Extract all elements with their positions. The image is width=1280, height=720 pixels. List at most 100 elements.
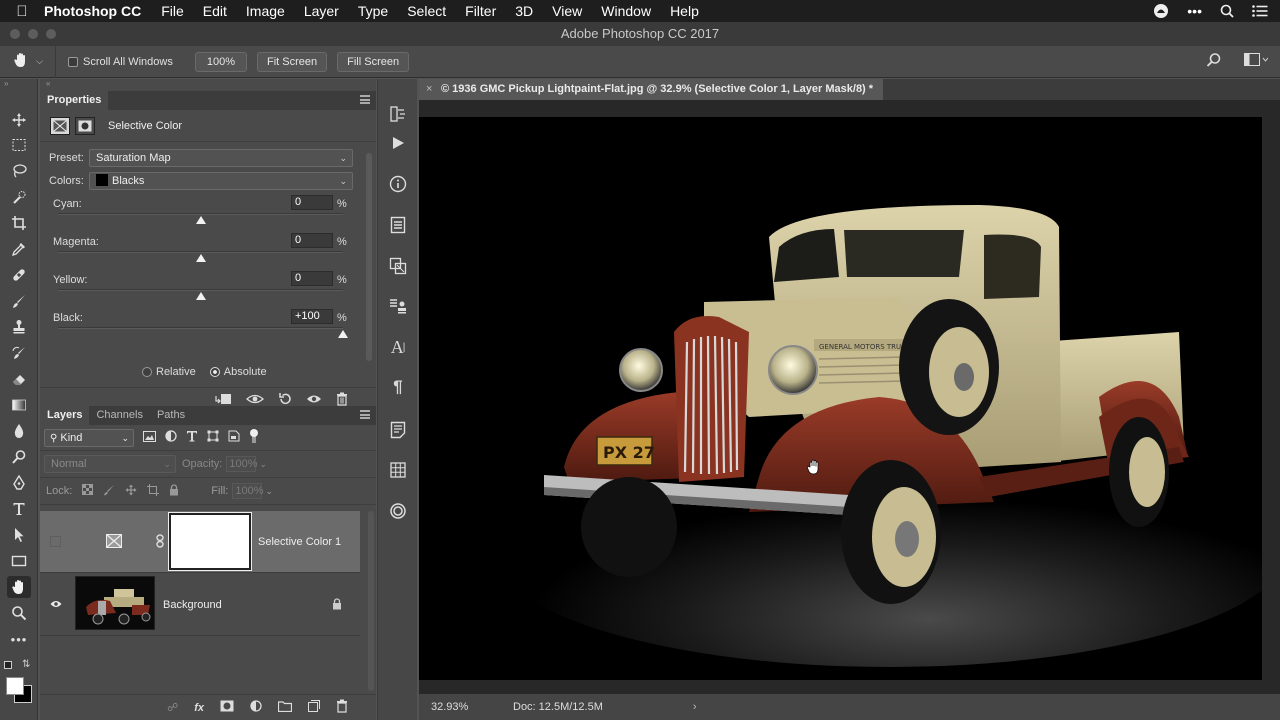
adjustments-panel-icon[interactable] — [387, 255, 409, 277]
default-colors-icon[interactable] — [4, 661, 12, 669]
window-zoom-button[interactable] — [46, 29, 56, 39]
yellow-value-field[interactable]: 0 — [291, 271, 333, 286]
layer-name[interactable]: Selective Color 1 — [258, 536, 341, 548]
magenta-slider-track[interactable] — [58, 251, 343, 253]
creative-cloud-libraries-icon[interactable] — [387, 500, 409, 522]
quick-selection-tool-icon[interactable] — [7, 186, 31, 208]
properties-scrollbar[interactable] — [366, 153, 372, 361]
tool-preset-picker[interactable]: ⌵ — [0, 45, 56, 78]
actions-panel-icon[interactable] — [387, 132, 409, 154]
healing-brush-tool-icon[interactable] — [7, 264, 31, 286]
menu-layer[interactable]: Layer — [304, 3, 339, 19]
cyan-slider-thumb[interactable] — [195, 216, 206, 224]
shape-layer-filter-icon[interactable] — [207, 430, 219, 445]
window-close-button[interactable] — [10, 29, 20, 39]
tab-layers[interactable]: Layers — [40, 406, 90, 425]
absolute-radio[interactable]: Absolute — [209, 366, 267, 378]
swap-colors-icon[interactable]: ⇅ — [22, 659, 30, 670]
menu-type[interactable]: Type — [358, 3, 388, 19]
filter-toggle-icon[interactable] — [249, 429, 259, 446]
more-icon[interactable]: ••• — [1187, 3, 1202, 19]
lock-image-icon[interactable] — [103, 484, 115, 499]
brush-tool-icon[interactable] — [7, 290, 31, 312]
relative-radio[interactable]: Relative — [142, 366, 196, 378]
add-mask-icon[interactable] — [220, 700, 234, 715]
menu-view[interactable]: View — [552, 3, 582, 19]
character-panel-icon[interactable]: A | — [387, 336, 409, 358]
grid-panel-icon[interactable] — [387, 459, 409, 481]
chevron-down-icon[interactable]: ⌄ — [265, 486, 273, 497]
tab-properties[interactable]: Properties — [40, 91, 109, 110]
edit-toolbar-icon[interactable]: ••• — [7, 628, 31, 650]
collapse-toolbar-icon[interactable]: » — [0, 79, 37, 91]
panel-menu-icon[interactable] — [360, 410, 370, 419]
cyan-value-field[interactable]: 0 — [291, 195, 333, 210]
layer-mask-thumbnail[interactable] — [169, 513, 251, 570]
pen-tool-icon[interactable] — [7, 472, 31, 494]
fill-field[interactable]: 100% — [232, 483, 264, 499]
chevron-right-icon[interactable]: › — [693, 701, 697, 713]
menu-window[interactable]: Window — [601, 3, 651, 19]
lock-transparent-icon[interactable] — [82, 484, 94, 498]
layer-visibility-toggle[interactable] — [50, 536, 61, 547]
menu-filter[interactable]: Filter — [465, 3, 496, 19]
zoom-tool-icon[interactable] — [7, 602, 31, 624]
blend-mode-dropdown[interactable]: Normal ⌄ — [44, 455, 176, 473]
zoom-100-button[interactable]: 100% — [194, 51, 247, 72]
radio-circle[interactable] — [142, 367, 152, 377]
collapse-panels-icon[interactable]: « — [40, 79, 376, 91]
blur-tool-icon[interactable] — [7, 420, 31, 442]
search-icon[interactable] — [1206, 52, 1222, 71]
preset-dropdown[interactable]: Saturation Map ⌄ — [89, 149, 353, 167]
eraser-tool-icon[interactable] — [7, 368, 31, 390]
spotlight-search-icon[interactable] — [1220, 4, 1234, 18]
fill-screen-button[interactable]: Fill Screen — [337, 51, 410, 72]
mask-icon[interactable] — [75, 116, 95, 135]
eyedropper-tool-icon[interactable] — [7, 238, 31, 260]
clone-stamp-tool-icon[interactable] — [7, 316, 31, 338]
workspace-switcher-icon[interactable] — [1244, 53, 1269, 70]
layer-name[interactable]: Background — [163, 599, 222, 611]
info-panel-icon[interactable] — [387, 173, 409, 195]
notification-center-icon[interactable] — [1252, 5, 1268, 17]
lasso-tool-icon[interactable] — [7, 160, 31, 182]
type-tool-icon[interactable] — [7, 498, 31, 520]
new-group-icon[interactable] — [277, 700, 293, 715]
menu-image[interactable]: Image — [246, 3, 285, 19]
link-layers-icon[interactable]: ☍ — [167, 701, 178, 714]
layer-row-selective-color[interactable]: Selective Color 1 — [40, 511, 360, 573]
colors-dropdown[interactable]: Blacks ⌄ — [89, 172, 353, 190]
fit-screen-button[interactable]: Fit Screen — [257, 51, 328, 72]
kind-filter-dropdown[interactable]: ⚲ Kind ⌄ — [44, 428, 134, 447]
pixel-layer-filter-icon[interactable] — [143, 430, 156, 445]
checkbox-box[interactable] — [68, 56, 78, 67]
black-value-field[interactable]: +100 — [291, 309, 333, 324]
radio-circle[interactable] — [209, 367, 220, 377]
adjustment-layer-filter-icon[interactable] — [165, 430, 177, 445]
lock-artboard-icon[interactable] — [147, 483, 160, 499]
clone-source-panel-icon[interactable] — [387, 295, 409, 317]
tab-paths[interactable]: Paths — [150, 406, 192, 425]
link-icon[interactable] — [156, 534, 164, 551]
creative-cloud-icon[interactable] — [1153, 3, 1169, 19]
document-size-info[interactable]: Doc: 12.5M/12.5M — [513, 701, 603, 713]
menu-3d[interactable]: 3D — [515, 3, 533, 19]
scroll-all-windows-checkbox[interactable]: Scroll All Windows — [68, 56, 173, 68]
gradient-tool-icon[interactable] — [7, 394, 31, 416]
history-brush-tool-icon[interactable] — [7, 342, 31, 364]
adjustment-icon[interactable] — [50, 116, 70, 135]
chevron-down-icon[interactable]: ⌄ — [259, 459, 267, 470]
document-tab[interactable]: × © 1936 GMC Pickup Lightpaint-Flat.jpg … — [419, 79, 884, 100]
color-swatches[interactable]: ⇅ — [4, 659, 34, 705]
window-minimize-button[interactable] — [28, 29, 38, 39]
menu-edit[interactable]: Edit — [203, 3, 227, 19]
black-slider-thumb[interactable] — [338, 330, 348, 338]
notes-panel-icon[interactable] — [387, 419, 409, 441]
black-slider-track[interactable] — [58, 327, 343, 329]
menu-file[interactable]: File — [161, 3, 184, 19]
foreground-color-swatch[interactable] — [6, 677, 24, 695]
path-selection-tool-icon[interactable] — [7, 524, 31, 546]
libraries-panel-icon[interactable] — [387, 214, 409, 236]
yellow-slider-thumb[interactable] — [195, 292, 206, 300]
canvas-area[interactable]: GENERAL MOTORS TRUCK PX 27 — [419, 100, 1280, 694]
